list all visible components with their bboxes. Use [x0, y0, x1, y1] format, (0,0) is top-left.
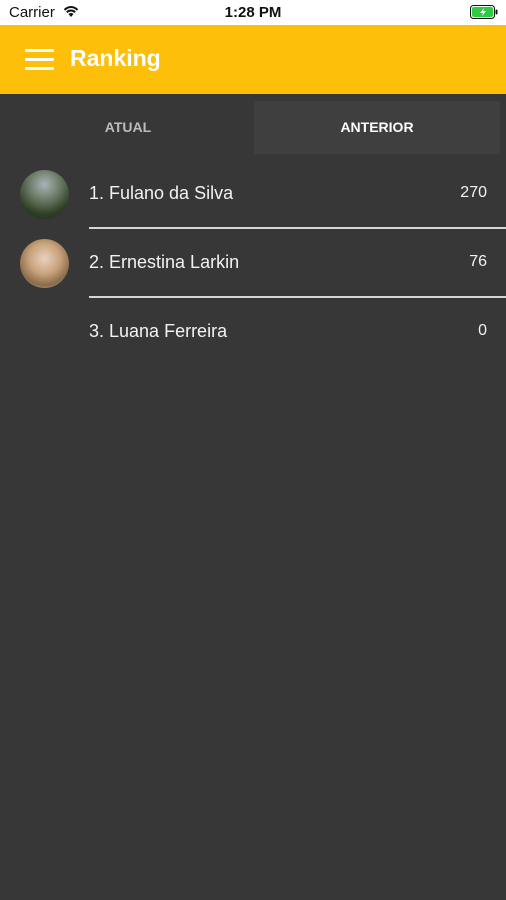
ranking-row[interactable]: 2. Ernestina Larkin 76	[0, 229, 506, 298]
app-bar: Ranking	[0, 25, 506, 94]
status-bar: Carrier 1:28 PM	[0, 0, 506, 25]
player-name: 2. Ernestina Larkin	[89, 252, 240, 272]
player-score: 0	[478, 322, 487, 339]
player-score: 76	[469, 253, 487, 270]
avatar	[20, 239, 69, 288]
tab-anterior[interactable]: ANTERIOR	[254, 101, 500, 154]
player-name: 3. Luana Ferreira	[89, 321, 228, 341]
player-score: 270	[460, 184, 487, 201]
avatar	[20, 170, 69, 219]
player-name: 1. Fulano da Silva	[89, 183, 234, 203]
ranking-row[interactable]: 1. Fulano da Silva 270	[0, 160, 506, 229]
page-title: Ranking	[70, 45, 161, 71]
tab-atual[interactable]: ATUAL	[0, 101, 256, 154]
hamburger-icon[interactable]	[25, 49, 54, 70]
ranking-row[interactable]: 3. Luana Ferreira 0	[0, 298, 506, 367]
tab-bar: ATUAL ANTERIOR	[0, 101, 506, 154]
ranking-list: 1. Fulano da Silva 270 2. Ernestina Lark…	[0, 160, 506, 367]
battery-icon	[470, 5, 498, 19]
status-time: 1:28 PM	[224, 4, 282, 21]
